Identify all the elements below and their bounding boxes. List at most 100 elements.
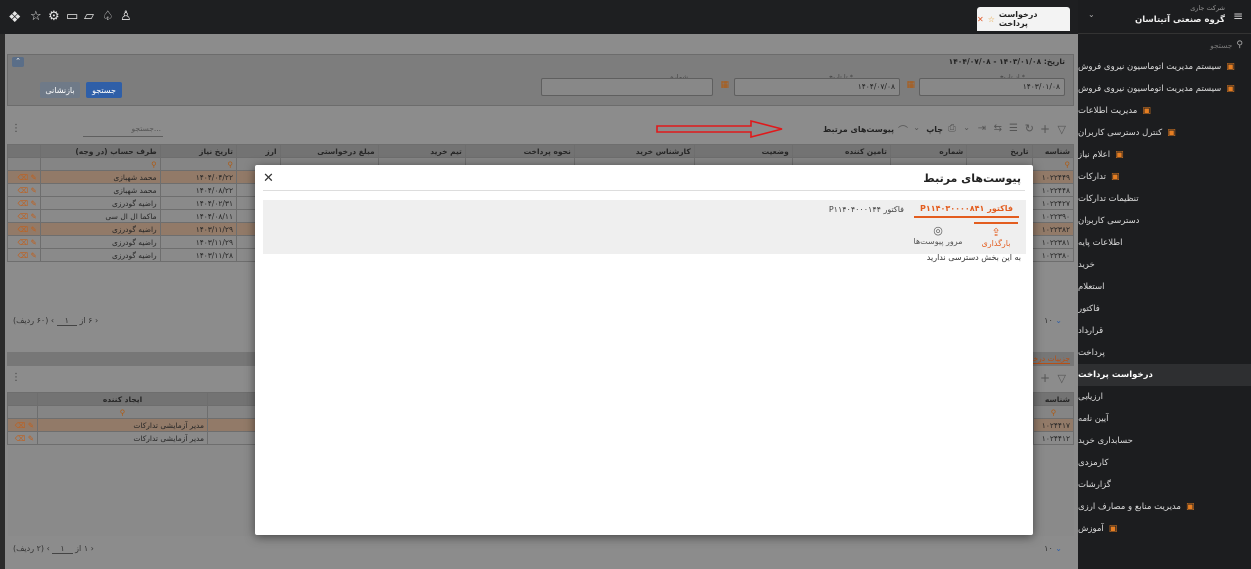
row-actions[interactable]: ✎ ⌫ bbox=[7, 170, 41, 184]
sidebar-item[interactable]: خرید ‹ bbox=[1078, 254, 1251, 276]
filter-cell[interactable] bbox=[7, 405, 38, 419]
next-page-icon[interactable]: › bbox=[51, 316, 54, 325]
search-button[interactable]: جستجو bbox=[86, 82, 122, 98]
chat-icon[interactable]: ▭ bbox=[66, 10, 78, 24]
calendar-icon[interactable]: ▦ bbox=[720, 80, 729, 90]
chevron-down-icon[interactable]: ⌄ bbox=[913, 123, 920, 132]
menu-icon[interactable]: ≡ bbox=[1233, 9, 1243, 23]
filter-cell[interactable]: ⚲ bbox=[1031, 157, 1074, 171]
col-creator[interactable]: ایجاد کننده bbox=[37, 392, 208, 406]
sitemap-icon[interactable]: ⚙ bbox=[48, 10, 60, 24]
next-page-icon[interactable]: › bbox=[47, 544, 50, 553]
column-header[interactable]: شناسه bbox=[1031, 144, 1074, 158]
prev-page-icon[interactable]: ‹ bbox=[95, 316, 98, 325]
pagination[interactable]: ‹ ۶ از ۱ › (۶۰ ردیف) bbox=[13, 316, 98, 326]
row-actions[interactable]: ✎ ⌫ bbox=[7, 209, 41, 223]
sidebar-item[interactable]: گزارشات ‹ bbox=[1078, 474, 1251, 496]
sidebar-item[interactable]: ▣ مدیریت اطلاعات bbox=[1078, 100, 1251, 122]
tab-request-details[interactable]: جزییات درخوا bbox=[1027, 354, 1070, 364]
chevron-down-icon[interactable]: ⌄ bbox=[1088, 10, 1095, 19]
sidebar-item[interactable]: ▣ سیستم مدیریت اتوماسیون نیروی فروش bbox=[1078, 78, 1251, 100]
page-size-select[interactable]: ۱۰ ⌄ bbox=[1044, 544, 1062, 553]
row-actions[interactable]: ✎ ⌫ bbox=[7, 418, 38, 432]
row-actions[interactable]: ✎ ⌫ bbox=[7, 431, 38, 445]
filter-icon[interactable]: ▽ bbox=[1058, 372, 1066, 385]
sidebar-item[interactable]: ▣ کنترل دسترسی کاربران bbox=[1078, 122, 1251, 144]
filter-cell[interactable]: ⚲ bbox=[159, 157, 237, 171]
current-page[interactable]: ۱ bbox=[52, 544, 73, 554]
sidebar-item[interactable]: حسابداری خرید ‹ bbox=[1078, 430, 1251, 452]
column-header[interactable]: ارز bbox=[235, 144, 281, 158]
attachments-button[interactable]: پیوست‌های مرتبط bbox=[823, 125, 894, 134]
row-actions[interactable]: ✎ ⌫ bbox=[7, 183, 41, 197]
column-header[interactable]: نحوه پرداخت bbox=[464, 144, 575, 158]
close-icon[interactable]: ✕ bbox=[977, 15, 984, 24]
from-date-field[interactable]: ۱۴۰۳/۰۱/۰۸ bbox=[919, 78, 1065, 96]
paperclip-icon[interactable]: ⌒ bbox=[898, 122, 908, 137]
col-id[interactable]: شناسه bbox=[1033, 392, 1074, 406]
row-actions[interactable]: ✎ ⌫ bbox=[7, 248, 41, 262]
sidebar-item[interactable]: ▣ مدیریت منابع و مصارف ارزی bbox=[1078, 496, 1251, 518]
row-actions[interactable]: ✎ ⌫ bbox=[7, 222, 41, 236]
column-header[interactable]: طرف حساب (در وجه) bbox=[39, 144, 161, 158]
tab-invoice-active[interactable]: فاکتور P۱۱۴۰۳۰۰۰۰۸۴۱ bbox=[913, 201, 1019, 218]
refresh-icon[interactable]: ↻ bbox=[1025, 122, 1034, 135]
sidebar-item[interactable]: درخواست پرداخت bbox=[1078, 364, 1251, 386]
filter-icon[interactable]: ▽ bbox=[1058, 123, 1066, 136]
bell-icon[interactable]: ♤ bbox=[102, 10, 114, 24]
folder-icon[interactable]: ▱ bbox=[84, 10, 94, 24]
prev-page-icon[interactable]: ‹ bbox=[91, 544, 94, 553]
add-icon[interactable]: + bbox=[1040, 122, 1050, 136]
upload-button[interactable]: ⇪ بارگذاری bbox=[974, 222, 1018, 248]
tab-invoice-other[interactable]: فاکتور P۱۱۴۰۴۰۰۰۱۴۴ bbox=[823, 202, 910, 217]
app-logo-icon[interactable]: ❖ bbox=[8, 10, 21, 25]
sidebar-item[interactable]: تنظیمات تدارکات ‹ bbox=[1078, 188, 1251, 210]
print-icon[interactable]: ⎙ bbox=[948, 123, 956, 134]
close-icon[interactable]: ✕ bbox=[263, 171, 274, 186]
sidebar-item[interactable]: قرارداد ‹ bbox=[1078, 320, 1251, 342]
list-icon[interactable]: ☰ bbox=[1009, 123, 1018, 134]
number-field[interactable] bbox=[541, 78, 713, 96]
filter-cell[interactable]: ⚲ bbox=[1033, 405, 1074, 419]
sidebar-item[interactable]: ▣ تدارکات bbox=[1078, 166, 1251, 188]
more-icon[interactable]: ⋮ bbox=[11, 372, 21, 383]
collapse-icon[interactable]: ⌃ bbox=[12, 57, 24, 67]
sidebar-search-input[interactable]: جستجو bbox=[1210, 41, 1232, 50]
filter-cell[interactable]: ⚲ bbox=[39, 157, 161, 171]
page-size-select[interactable]: ۱۰ ⌄ bbox=[1044, 316, 1062, 325]
row-actions[interactable]: ✎ ⌫ bbox=[7, 235, 41, 249]
sidebar-item[interactable]: اطلاعات پایه ‹ bbox=[1078, 232, 1251, 254]
column-header[interactable]: شماره bbox=[889, 144, 968, 158]
add-icon[interactable]: + bbox=[1040, 371, 1050, 385]
sidebar-search[interactable]: جستجو ⚲ bbox=[1078, 37, 1251, 53]
tab-payment-request[interactable]: ✕ ☆ درخواست پرداخت bbox=[977, 7, 1070, 31]
calendar-icon[interactable]: ▦ bbox=[906, 80, 915, 90]
column-header[interactable]: تامین کننده bbox=[791, 144, 891, 158]
sidebar-item[interactable]: پرداخت ‹ bbox=[1078, 342, 1251, 364]
chevron-down-icon[interactable]: ⌄ bbox=[963, 123, 970, 132]
more-icon[interactable]: ⋮ bbox=[11, 123, 21, 134]
sidebar-item[interactable]: دسترسی کاربران ‹ bbox=[1078, 210, 1251, 232]
sidebar-item[interactable]: آیین نامه ‹ bbox=[1078, 408, 1251, 430]
sidebar-item[interactable]: فاکتور ‹ bbox=[1078, 298, 1251, 320]
user-icon[interactable]: ♙ bbox=[120, 10, 132, 24]
column-header[interactable]: تاریخ نیاز bbox=[159, 144, 237, 158]
filter-cell[interactable]: ⚲ bbox=[37, 405, 208, 419]
row-actions[interactable]: ✎ ⌫ bbox=[7, 196, 41, 210]
sidebar-item[interactable]: ▣ اعلام نیاز bbox=[1078, 144, 1251, 166]
column-header[interactable]: کارشناس خرید bbox=[573, 144, 695, 158]
to-date-field[interactable]: ۱۴۰۴/۰۷/۰۸ bbox=[734, 78, 900, 96]
column-header[interactable]: وضعیت bbox=[693, 144, 793, 158]
grid-search-input[interactable]: جستجو... bbox=[83, 122, 163, 137]
sidebar-item[interactable]: ارزیابی ‹ bbox=[1078, 386, 1251, 408]
star-icon[interactable]: ☆ bbox=[988, 15, 995, 24]
sidebar-item[interactable]: استعلام ‹ bbox=[1078, 276, 1251, 298]
sidebar-item[interactable]: ▣ آموزش bbox=[1078, 518, 1251, 540]
review-attachments-button[interactable]: ◎ مرور پیوست‌ها bbox=[908, 222, 968, 246]
column-header[interactable]: تاریخ bbox=[966, 144, 1033, 158]
column-header[interactable]: مبلغ درخواستی bbox=[279, 144, 379, 158]
print-button[interactable]: چاپ bbox=[926, 125, 943, 134]
export-icon[interactable]: ⇥ bbox=[978, 123, 986, 134]
sidebar-item[interactable]: ▣ سیستم مدیریت اتوماسیون نیروی فروش bbox=[1078, 56, 1251, 78]
reset-button[interactable]: بازنشانی bbox=[40, 82, 80, 98]
